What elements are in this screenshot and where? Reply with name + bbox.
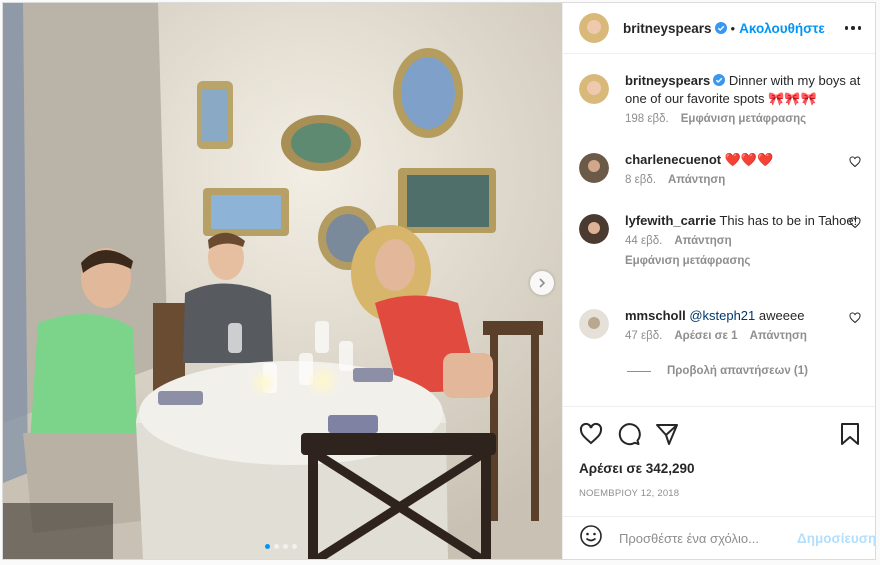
- next-slide-button[interactable]: [530, 271, 554, 295]
- comment-text: This has to be in Tahoe!: [719, 213, 858, 228]
- likes-count[interactable]: Αρέσει σε 342,290: [563, 447, 875, 476]
- comment-item: charlenecuenot ❤️❤️❤️ 8 εβδ. Απάντηση: [579, 151, 861, 189]
- post-actions: Αρέσει σε 342,290 ΝΟΕΜΒΡΙΟΥ 12, 2018: [563, 406, 875, 499]
- comment-time: 47 εβδ.: [625, 330, 663, 342]
- carousel-dot: [292, 544, 297, 549]
- caption-emoji: 🎀🎀🎀: [768, 91, 817, 106]
- comment-time: 8 εβδ.: [625, 174, 656, 186]
- comment-bubble-icon[interactable]: [617, 422, 641, 446]
- chevron-right-icon: [539, 278, 546, 288]
- follow-button[interactable]: Ακολουθήστε: [739, 21, 825, 36]
- caption-avatar[interactable]: [579, 74, 609, 104]
- reply-button[interactable]: Απάντηση: [750, 330, 807, 342]
- replies-divider: [627, 370, 651, 372]
- post-date[interactable]: ΝΟΕΜΒΡΙΟΥ 12, 2018: [563, 476, 875, 499]
- carousel-dot: [274, 544, 279, 549]
- comment-time: 44 εβδ.: [625, 235, 663, 247]
- carousel-dot-active: [265, 544, 270, 549]
- like-comment-heart-icon[interactable]: [849, 312, 861, 324]
- comment-username[interactable]: charlenecuenot: [625, 152, 721, 167]
- header-separator: •: [730, 20, 736, 36]
- comment-avatar[interactable]: [579, 153, 609, 183]
- caption: britneyspears Dinner with my boys at one…: [579, 72, 861, 128]
- comment-username[interactable]: mmscholl: [625, 308, 686, 323]
- more-options-icon[interactable]: [844, 26, 861, 30]
- instagram-post-modal: britneyspears • Ακολουθήστε britneyspear…: [2, 2, 876, 560]
- comment-text: aweeee: [755, 308, 805, 323]
- reply-button[interactable]: Απάντηση: [674, 235, 731, 247]
- share-paper-plane-icon[interactable]: [655, 422, 679, 446]
- like-comment-heart-icon[interactable]: [849, 156, 861, 168]
- save-bookmark-icon[interactable]: [839, 422, 861, 446]
- comment-text: ❤️❤️❤️: [724, 152, 774, 167]
- author-avatar[interactable]: [579, 13, 609, 43]
- comment-avatar[interactable]: [579, 309, 609, 339]
- post-details-pane: britneyspears • Ακολουθήστε britneyspear…: [562, 3, 875, 559]
- comment-translate-link[interactable]: Εμφάνιση μετάφρασης: [625, 255, 750, 267]
- caption-translate-link[interactable]: Εμφάνιση μετάφρασης: [681, 113, 806, 125]
- carousel-indicator: [265, 544, 297, 549]
- comment-likes-count[interactable]: Αρέσει σε 1: [674, 330, 737, 342]
- like-comment-heart-icon[interactable]: [849, 217, 861, 229]
- caption-username[interactable]: britneyspears: [625, 73, 726, 88]
- add-comment-bar: Δημοσίευση: [563, 516, 875, 559]
- verified-badge-icon: [714, 21, 727, 34]
- like-heart-icon[interactable]: [579, 422, 603, 446]
- dinner-photo-illustration: [3, 3, 562, 559]
- post-photo[interactable]: [3, 3, 562, 559]
- comments-list[interactable]: britneyspears Dinner with my boys at one…: [563, 54, 875, 406]
- comment-avatar[interactable]: [579, 214, 609, 244]
- carousel-dot: [283, 544, 288, 549]
- emoji-smiley-icon[interactable]: [579, 524, 603, 553]
- view-replies-label: Προβολή απαντήσεων (1): [667, 365, 808, 377]
- comment-username[interactable]: lyfewith_carrie: [625, 213, 716, 228]
- author-username[interactable]: britneyspears: [623, 21, 727, 36]
- post-comment-button[interactable]: Δημοσίευση: [797, 531, 875, 546]
- view-replies-button[interactable]: Προβολή απαντήσεων (1): [627, 365, 808, 377]
- comment-mention[interactable]: @ksteph21: [689, 308, 755, 323]
- post-header: britneyspears • Ακολουθήστε: [563, 3, 875, 54]
- comment-item: mmscholl @ksteph21 aweeee 47 εβδ. Αρέσει …: [579, 307, 861, 345]
- caption-time: 198 εβδ.: [625, 113, 669, 125]
- comment-input[interactable]: [617, 530, 797, 547]
- reply-button[interactable]: Απάντηση: [668, 174, 725, 186]
- comment-item: lyfewith_carrie This has to be in Tahoe!…: [579, 212, 861, 270]
- verified-badge-icon: [713, 74, 726, 86]
